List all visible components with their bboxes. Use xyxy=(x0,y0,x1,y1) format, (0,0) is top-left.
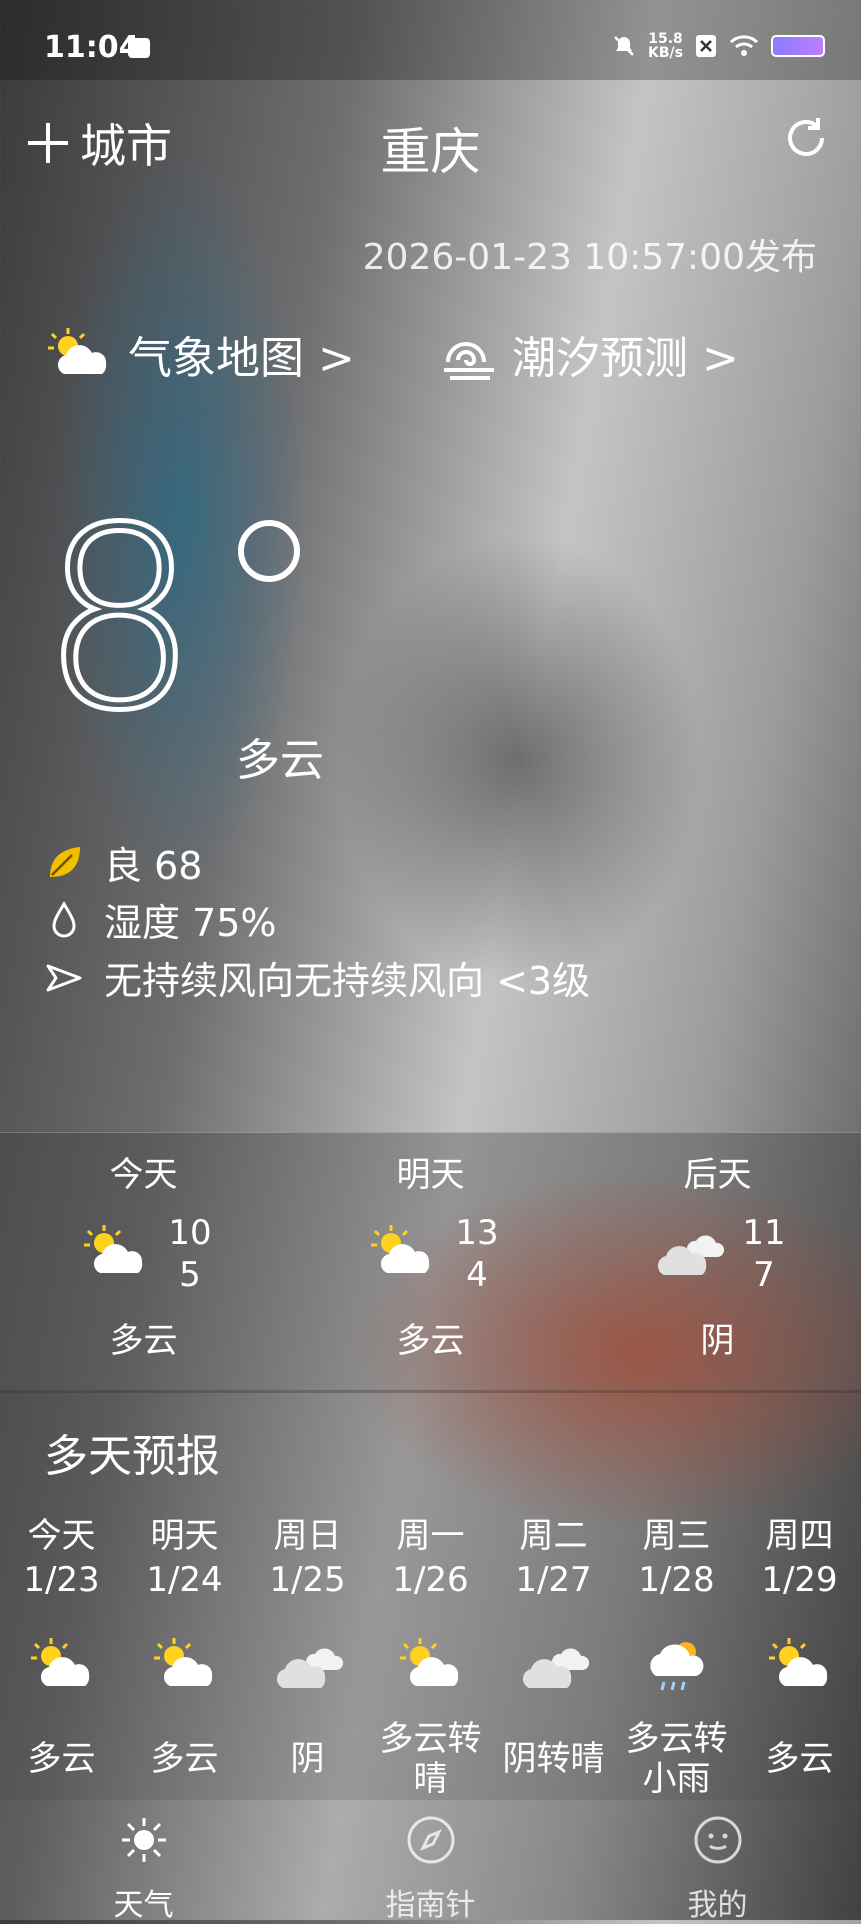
partly-cloudy-icon xyxy=(371,1225,430,1273)
three-day-high: 11 xyxy=(742,1213,786,1253)
page-title: 重庆 xyxy=(380,123,481,181)
forecast-condition: 多云 xyxy=(27,1739,96,1779)
nav-mine[interactable]: 我的 xyxy=(574,1800,861,1923)
nav-compass-label: 指南针 xyxy=(385,1888,476,1923)
multi-day-forecast: 多天预报 今天 1/23 多云 明天 1/24 多云 周日 1/25 阴 周一 … xyxy=(0,1390,861,1800)
three-day-high: 10 xyxy=(168,1213,212,1253)
overcast-icon xyxy=(522,1648,589,1688)
wind-text: 无持续风向无持续风向 <3级 xyxy=(104,959,591,1003)
forecast-condition: 阴 xyxy=(290,1739,325,1779)
overcast-icon xyxy=(657,1235,724,1275)
message-icon xyxy=(128,38,150,58)
status-right: 15.8 KB/s xyxy=(612,32,825,60)
bottom-nav: 天气 指南针 我的 xyxy=(0,1800,861,1923)
wind-row: 无持续风向无持续风向 <3级 xyxy=(44,950,590,1005)
forecast-condition: 多云转晴 xyxy=(379,1719,482,1799)
publish-time: 2026-01-23 10:57:00发布 xyxy=(362,237,817,278)
current-condition: 多云 xyxy=(236,735,324,786)
forecast-weekday: 周四 xyxy=(765,1516,834,1556)
sun-icon xyxy=(122,1818,166,1862)
nav-mine-label: 我的 xyxy=(687,1888,748,1923)
forecast-condition: 多云转小雨 xyxy=(625,1719,728,1799)
partly-cloudy-icon xyxy=(48,328,107,374)
forecast-weekday: 周日 xyxy=(273,1516,342,1556)
forecast-weekday: 明天 xyxy=(150,1516,219,1556)
three-day-day: 后天 xyxy=(683,1155,752,1195)
three-day-day: 明天 xyxy=(396,1155,465,1195)
three-day-low: 4 xyxy=(466,1255,488,1295)
partly-cloudy-icon xyxy=(153,1638,212,1686)
net-speed-unit: KB/s xyxy=(648,45,683,61)
tide-forecast-label: 潮汐预测 > xyxy=(512,333,739,384)
nav-weather[interactable]: 天气 xyxy=(0,1800,287,1923)
forecast-date: 1/25 xyxy=(269,1560,346,1600)
wind-direction-icon xyxy=(46,964,82,991)
refresh-icon[interactable] xyxy=(780,112,832,164)
battery-icon xyxy=(771,35,825,57)
tide-forecast-link[interactable]: 潮汐预测 > xyxy=(440,322,739,386)
humidity-row: 湿度 75% xyxy=(44,892,277,947)
forecast-day[interactable]: 今天 1/23 多云 xyxy=(0,1508,123,1804)
partly-cloudy-icon xyxy=(84,1225,143,1273)
nav-weather-label: 天气 xyxy=(113,1888,174,1923)
forecast-weekday: 周二 xyxy=(519,1516,588,1556)
current-temperature: 8 xyxy=(37,474,201,765)
three-day-day: 今天 xyxy=(109,1155,178,1195)
forecast-date: 1/29 xyxy=(761,1560,838,1600)
weather-map-link[interactable]: 气象地图 > xyxy=(44,322,355,386)
no-sim-icon xyxy=(696,35,716,57)
forecast-date: 1/23 xyxy=(23,1560,100,1600)
forecast-date: 1/26 xyxy=(392,1560,469,1600)
tide-icon xyxy=(444,342,494,380)
forecast-condition: 阴转晴 xyxy=(502,1739,605,1779)
rain-icon xyxy=(649,1642,703,1691)
degree-symbol-icon xyxy=(238,520,300,582)
three-day-condition: 多云 xyxy=(396,1321,465,1361)
three-day-item[interactable]: 明天 13 4 多云 xyxy=(287,1133,574,1393)
forecast-date: 1/28 xyxy=(638,1560,715,1600)
three-day-condition: 阴 xyxy=(700,1321,735,1361)
three-day-condition: 多云 xyxy=(109,1321,178,1361)
forecast-weekday: 周一 xyxy=(396,1516,465,1556)
weather-map-label: 气象地图 > xyxy=(128,333,355,384)
status-time: 11:04 xyxy=(44,30,140,65)
partly-cloudy-icon xyxy=(399,1638,458,1686)
compass-icon xyxy=(407,1816,455,1864)
profile-face-icon xyxy=(694,1816,742,1864)
net-speed: 15.8 KB/s xyxy=(648,32,683,60)
forecast-date: 1/24 xyxy=(146,1560,223,1600)
status-bar: 11:04 15.8 KB/s xyxy=(0,0,861,80)
forecast-day[interactable]: 周四 1/29 多云 xyxy=(738,1508,861,1804)
three-day-item[interactable]: 后天 11 7 阴 xyxy=(574,1133,861,1393)
forecast-day[interactable]: 明天 1/24 多云 xyxy=(123,1508,246,1804)
leaf-icon xyxy=(50,846,80,877)
air-quality-text: 良 68 xyxy=(104,844,203,888)
humidity-text: 湿度 75% xyxy=(104,901,277,945)
nav-compass[interactable]: 指南针 xyxy=(287,1800,574,1923)
three-day-low: 5 xyxy=(179,1255,201,1295)
forecast-day[interactable]: 周一 1/26 多云转晴 xyxy=(369,1508,492,1804)
overcast-icon xyxy=(276,1648,343,1688)
air-quality-row: 良 68 xyxy=(44,835,202,890)
three-day-forecast: 今天 10 5 多云 明天 13 4 多云 后天 11 7 阴 xyxy=(0,1132,861,1393)
three-day-item[interactable]: 今天 10 5 多云 xyxy=(0,1133,287,1393)
mute-icon xyxy=(614,36,634,56)
water-drop-icon xyxy=(52,900,76,937)
wifi-icon xyxy=(729,35,759,56)
partly-cloudy-icon xyxy=(30,1638,89,1686)
net-speed-value: 15.8 xyxy=(648,31,683,47)
multi-day-title: 多天预报 xyxy=(44,1431,220,1482)
forecast-condition: 多云 xyxy=(765,1739,834,1779)
forecast-day[interactable]: 周日 1/25 阴 xyxy=(246,1508,369,1804)
forecast-condition: 多云 xyxy=(150,1739,219,1779)
forecast-date: 1/27 xyxy=(515,1560,592,1600)
forecast-day[interactable]: 周二 1/27 阴转晴 xyxy=(492,1508,615,1804)
three-day-high: 13 xyxy=(455,1213,499,1253)
partly-cloudy-icon xyxy=(768,1638,827,1686)
forecast-weekday: 今天 xyxy=(27,1516,96,1556)
forecast-day[interactable]: 周三 1/28 多云转小雨 xyxy=(615,1508,738,1804)
three-day-low: 7 xyxy=(753,1255,775,1295)
forecast-weekday: 周三 xyxy=(642,1516,711,1556)
